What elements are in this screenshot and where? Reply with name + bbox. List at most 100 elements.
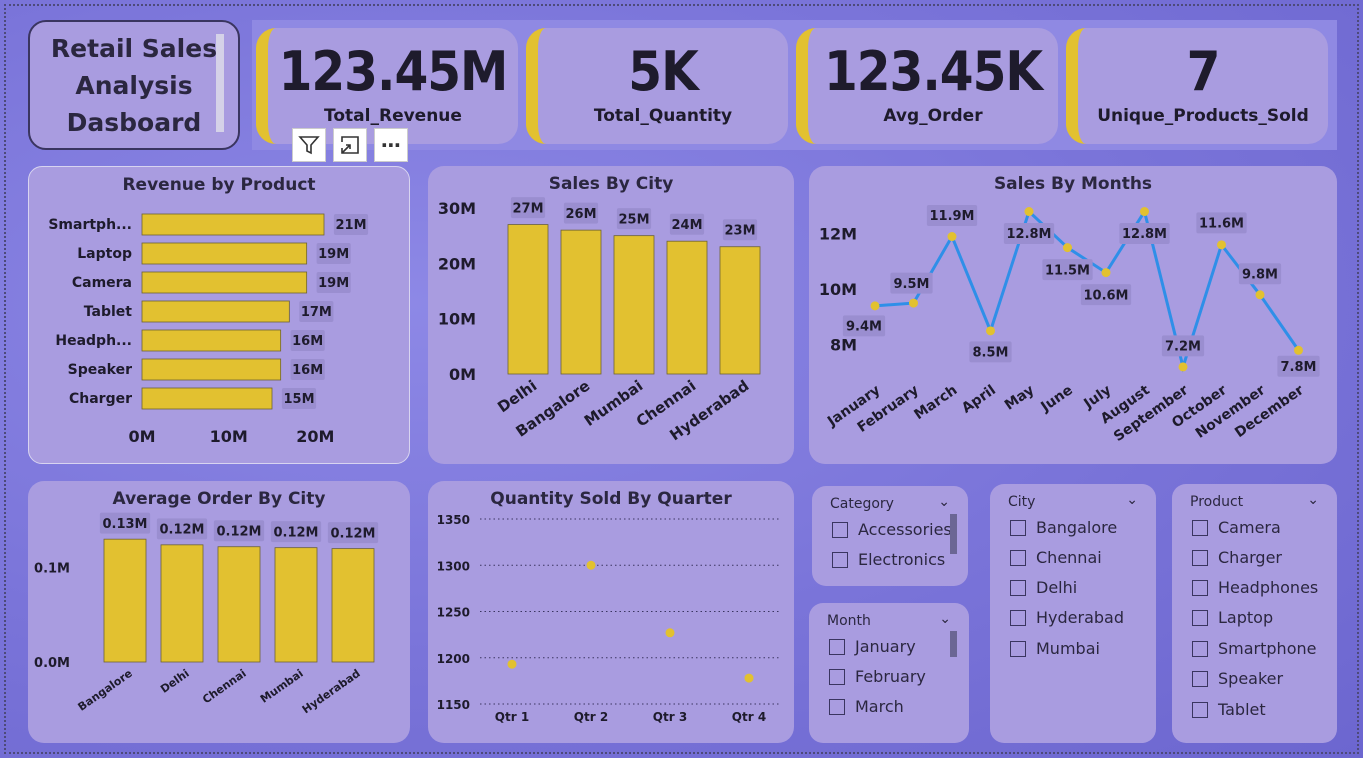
bar xyxy=(274,547,318,663)
filter-icon[interactable] xyxy=(292,128,326,162)
card-sales-by-months[interactable]: Sales By Months 8M 10M 12M 9.4M 9.5M 11.9M 8.5… xyxy=(809,166,1337,464)
kpi-label: Total_Quantity xyxy=(593,106,733,126)
data-label: 11.6M xyxy=(1199,217,1244,232)
slicer-item[interactable]: Delhi xyxy=(1010,578,1077,597)
data-label: 0.13M xyxy=(102,517,147,532)
slicer-title: Category xyxy=(830,496,894,512)
data-label: 24M xyxy=(671,218,702,233)
kpi-total-revenue: 123.45M Total_Revenue xyxy=(256,28,518,144)
slicer-item[interactable]: Accessories xyxy=(832,520,952,539)
slicer-item[interactable]: Chennai xyxy=(1010,548,1102,567)
checkbox[interactable] xyxy=(1010,640,1026,657)
slicer-month[interactable]: Month ⌄ January February March xyxy=(809,603,969,743)
slicer-scrollbar[interactable] xyxy=(950,514,957,554)
focus-mode-icon[interactable] xyxy=(333,128,367,162)
bar xyxy=(666,240,708,375)
chevron-down-icon[interactable]: ⌄ xyxy=(938,494,950,510)
slicer-category[interactable]: Category ⌄ Accessories Electronics xyxy=(812,486,968,586)
checkbox[interactable] xyxy=(1192,609,1208,626)
checkbox[interactable] xyxy=(829,698,845,715)
checkbox[interactable] xyxy=(829,668,845,685)
slicer-item-label: Hyderabad xyxy=(1036,608,1124,627)
slicer-scrollbar[interactable] xyxy=(950,631,957,657)
checkbox[interactable] xyxy=(1010,579,1026,596)
data-label: 17M xyxy=(301,305,332,320)
slicer-item[interactable]: January xyxy=(829,637,916,656)
bar xyxy=(141,300,290,323)
slicer-item[interactable]: Smartphone xyxy=(1192,639,1316,658)
x-tick-label: April xyxy=(959,382,999,417)
more-options-icon[interactable]: ⋯ xyxy=(374,128,408,162)
slicer-item-label: Accessories xyxy=(858,520,952,539)
chevron-down-icon[interactable]: ⌄ xyxy=(1307,492,1319,508)
slicer-item[interactable]: Mumbai xyxy=(1010,639,1100,658)
bar xyxy=(719,246,761,375)
checkbox[interactable] xyxy=(1192,701,1208,718)
checkbox[interactable] xyxy=(1010,519,1026,536)
checkbox[interactable] xyxy=(1192,640,1208,657)
dashboard-title: Retail Sales Analysis Dasboard xyxy=(50,33,218,137)
bar xyxy=(613,235,655,375)
slicer-item[interactable]: Bangalore xyxy=(1010,518,1117,537)
x-tick-label: Hyderabad xyxy=(300,667,363,716)
y-tick-label: 20M xyxy=(438,254,476,273)
data-point xyxy=(986,326,995,336)
checkbox[interactable] xyxy=(832,551,848,568)
data-label: 9.8M xyxy=(1242,267,1278,282)
slicer-product[interactable]: Product ⌄ Camera Charger Headphones Lapt… xyxy=(1172,484,1337,743)
bar xyxy=(331,548,375,663)
data-label: 9.4M xyxy=(846,320,882,335)
data-label: 7.2M xyxy=(1165,340,1201,355)
data-label: 15M xyxy=(283,392,314,407)
slicer-item[interactable]: Headphones xyxy=(1192,578,1318,597)
checkbox[interactable] xyxy=(1010,609,1026,626)
data-label: 23M xyxy=(724,223,755,238)
title-scrollbar[interactable] xyxy=(216,34,224,132)
slicer-item[interactable]: Laptop xyxy=(1192,608,1273,627)
bar xyxy=(507,224,549,375)
slicer-item[interactable]: March xyxy=(829,697,904,716)
slicer-item[interactable]: Camera xyxy=(1192,518,1281,537)
card-average-order-by-city[interactable]: Average Order By City 0.0M 0.1M 0.13M Banga… xyxy=(28,481,410,743)
category-label: Laptop xyxy=(77,246,132,262)
data-label: 12.8M xyxy=(1006,227,1051,242)
slicer-item[interactable]: February xyxy=(829,667,926,686)
checkbox[interactable] xyxy=(832,521,848,538)
category-label: Smartph... xyxy=(48,217,132,233)
checkbox[interactable] xyxy=(829,638,845,655)
checkbox[interactable] xyxy=(1192,670,1208,687)
slicer-item[interactable]: Charger xyxy=(1192,548,1282,567)
data-point xyxy=(665,628,675,638)
x-tick-label: 10M xyxy=(210,427,248,446)
slicer-item[interactable]: Hyderabad xyxy=(1010,608,1124,627)
y-tick-label: 10M xyxy=(438,310,476,329)
checkbox[interactable] xyxy=(1192,519,1208,536)
slicer-item[interactable]: Electronics xyxy=(832,550,945,569)
card-sales-by-city[interactable]: Sales By City 0M 10M 20M 30M 27M Delhi 26M Bang… xyxy=(428,166,794,464)
slicer-item-label: Delhi xyxy=(1036,578,1078,597)
checkbox[interactable] xyxy=(1010,549,1026,566)
kpi-value: 123.45M xyxy=(278,40,509,103)
y-tick-label: 1350 xyxy=(437,513,470,527)
category-label: Camera xyxy=(72,275,132,291)
x-tick-label: June xyxy=(1037,382,1075,416)
x-tick-label: Delhi xyxy=(158,667,192,696)
slicer-item[interactable]: Speaker xyxy=(1192,669,1283,688)
checkbox[interactable] xyxy=(1192,549,1208,566)
bar xyxy=(103,538,147,663)
chevron-down-icon[interactable]: ⌄ xyxy=(1126,492,1138,508)
card-quantity-sold-by-quarter[interactable]: Quantity Sold By Quarter 1150 1200 1250 130… xyxy=(428,481,794,743)
bar xyxy=(141,271,308,294)
slicer-city[interactable]: City ⌄ Bangalore Chennai Delhi Hyderabad… xyxy=(990,484,1156,743)
data-point xyxy=(586,560,596,570)
bar xyxy=(141,242,308,265)
slicer-item[interactable]: Tablet xyxy=(1192,700,1266,719)
checkbox[interactable] xyxy=(1192,579,1208,596)
slicer-item-label: Bangalore xyxy=(1036,518,1118,537)
card-revenue-by-product[interactable]: Revenue by Product Smartph... 21M Laptop 19… xyxy=(28,166,410,464)
kpi-unique-products: 7 Unique_Products_Sold xyxy=(1066,28,1328,144)
x-tick-label: 0M xyxy=(128,427,155,446)
chevron-down-icon[interactable]: ⌄ xyxy=(939,611,951,627)
y-tick-label: 8M xyxy=(830,336,857,355)
kpi-label: Unique_Products_Sold xyxy=(1097,106,1309,126)
